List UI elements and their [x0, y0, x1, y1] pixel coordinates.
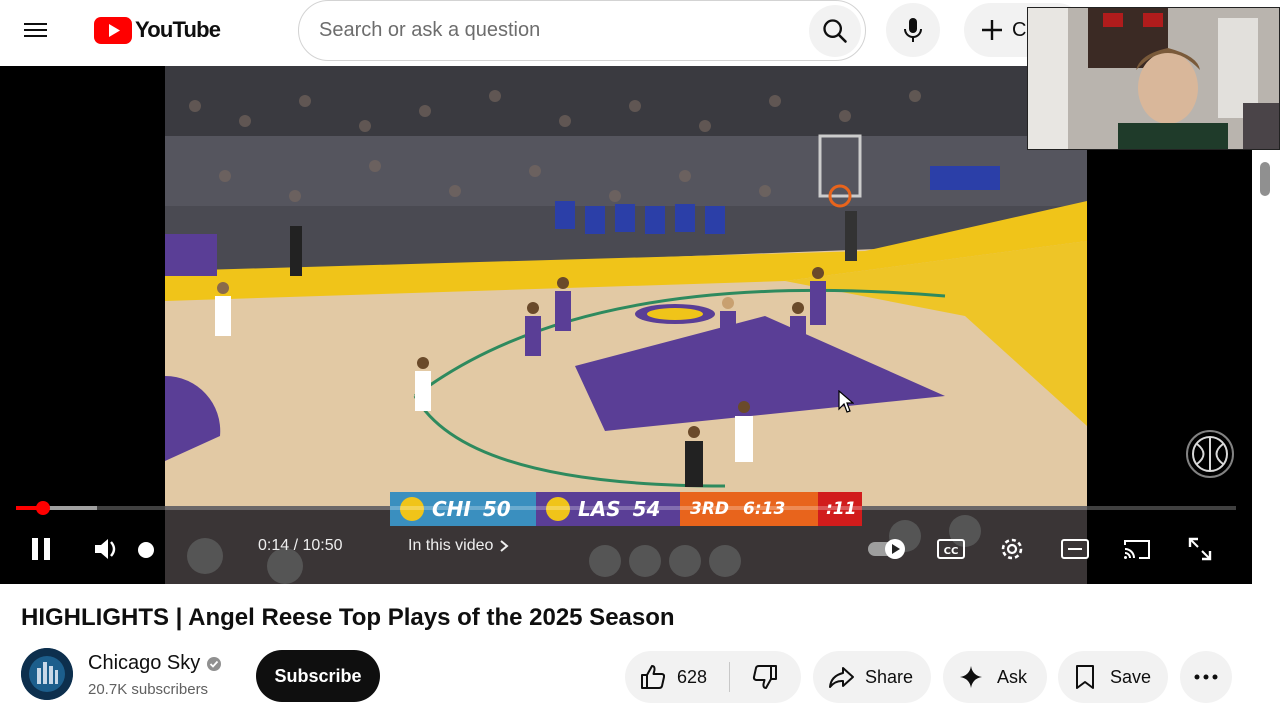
- volume-slider-knob[interactable]: [138, 542, 154, 558]
- channel-avatar[interactable]: [21, 648, 73, 700]
- channel-name-text: Chicago Sky: [88, 652, 201, 674]
- volume-slider[interactable]: [136, 540, 156, 560]
- search-button[interactable]: [809, 5, 861, 57]
- search-box: [298, 0, 866, 61]
- chapter-label: In this video: [408, 537, 494, 554]
- scrollbar-thumb[interactable]: [1260, 162, 1270, 196]
- save-button[interactable]: Save: [1058, 651, 1168, 703]
- captions-button[interactable]: CC: [934, 536, 968, 562]
- gear-icon: [1001, 538, 1023, 560]
- like-dislike-group: 628: [625, 651, 801, 703]
- progress-bar[interactable]: [16, 501, 1236, 515]
- svg-text:CC: CC: [944, 546, 959, 557]
- ask-button[interactable]: Ask: [943, 651, 1047, 703]
- webcam-overlay: [1027, 7, 1280, 150]
- fullscreen-icon: [1188, 537, 1212, 561]
- menu-button[interactable]: [24, 16, 70, 44]
- subscribe-button[interactable]: Subscribe: [256, 650, 380, 702]
- pause-button[interactable]: [26, 534, 56, 564]
- time-display: 0:14 / 10:50: [258, 537, 343, 554]
- channel-watermark-icon[interactable]: [1186, 430, 1234, 478]
- like-button[interactable]: 628: [625, 651, 729, 703]
- autoplay-toggle[interactable]: [866, 536, 910, 562]
- hamburger-menu-icon: [24, 23, 47, 37]
- fullscreen-button[interactable]: [1184, 534, 1216, 564]
- search-input[interactable]: [319, 13, 799, 47]
- share-icon: [829, 667, 854, 688]
- cast-icon: [1124, 540, 1150, 559]
- thumbs-down-icon: [752, 665, 777, 689]
- channel-name[interactable]: Chicago Sky: [88, 652, 222, 675]
- progress-scrubber[interactable]: [35, 501, 50, 515]
- theater-mode-icon: [1061, 539, 1089, 559]
- basketball-icon: [1192, 436, 1228, 472]
- plus-icon: [982, 20, 1002, 40]
- mute-button[interactable]: [90, 534, 124, 564]
- autoplay-toggle-icon: [868, 539, 905, 559]
- share-button[interactable]: Share: [813, 651, 931, 703]
- verified-badge-icon: [207, 656, 222, 671]
- subscriber-count: 20.7K subscribers: [88, 681, 209, 698]
- bookmark-icon: [1076, 665, 1094, 689]
- youtube-logo[interactable]: YouTube: [94, 16, 221, 44]
- share-label: Share: [865, 666, 914, 687]
- closed-captions-icon: CC: [937, 539, 965, 559]
- theater-mode-button[interactable]: [1058, 536, 1092, 562]
- chicago-sky-logo-icon: [21, 648, 73, 700]
- chevron-right-icon: [500, 540, 509, 552]
- pause-icon: [32, 538, 50, 560]
- mouse-cursor-icon: [838, 390, 854, 413]
- cast-button[interactable]: [1120, 536, 1154, 562]
- sparkle-icon: [960, 666, 982, 688]
- video-title: HIGHLIGHTS | Angel Reese Top Plays of th…: [21, 604, 675, 631]
- settings-button[interactable]: [996, 534, 1028, 564]
- thumbs-up-icon: [641, 665, 666, 689]
- like-count: 628: [677, 666, 708, 687]
- dislike-button[interactable]: [730, 651, 800, 703]
- microphone-icon: [904, 18, 922, 42]
- voice-search-button[interactable]: [886, 3, 940, 57]
- more-actions-button[interactable]: [1180, 651, 1232, 703]
- more-horizontal-icon: [1194, 674, 1218, 680]
- ask-label: Ask: [997, 666, 1028, 687]
- chapter-button[interactable]: In this video: [408, 537, 509, 555]
- search-icon: [823, 19, 847, 43]
- youtube-play-logo-icon: [94, 16, 132, 44]
- volume-icon: [95, 539, 116, 559]
- save-label: Save: [1110, 666, 1152, 687]
- webcam-feed-image: [1028, 8, 1279, 149]
- logo-text: YouTube: [135, 17, 221, 42]
